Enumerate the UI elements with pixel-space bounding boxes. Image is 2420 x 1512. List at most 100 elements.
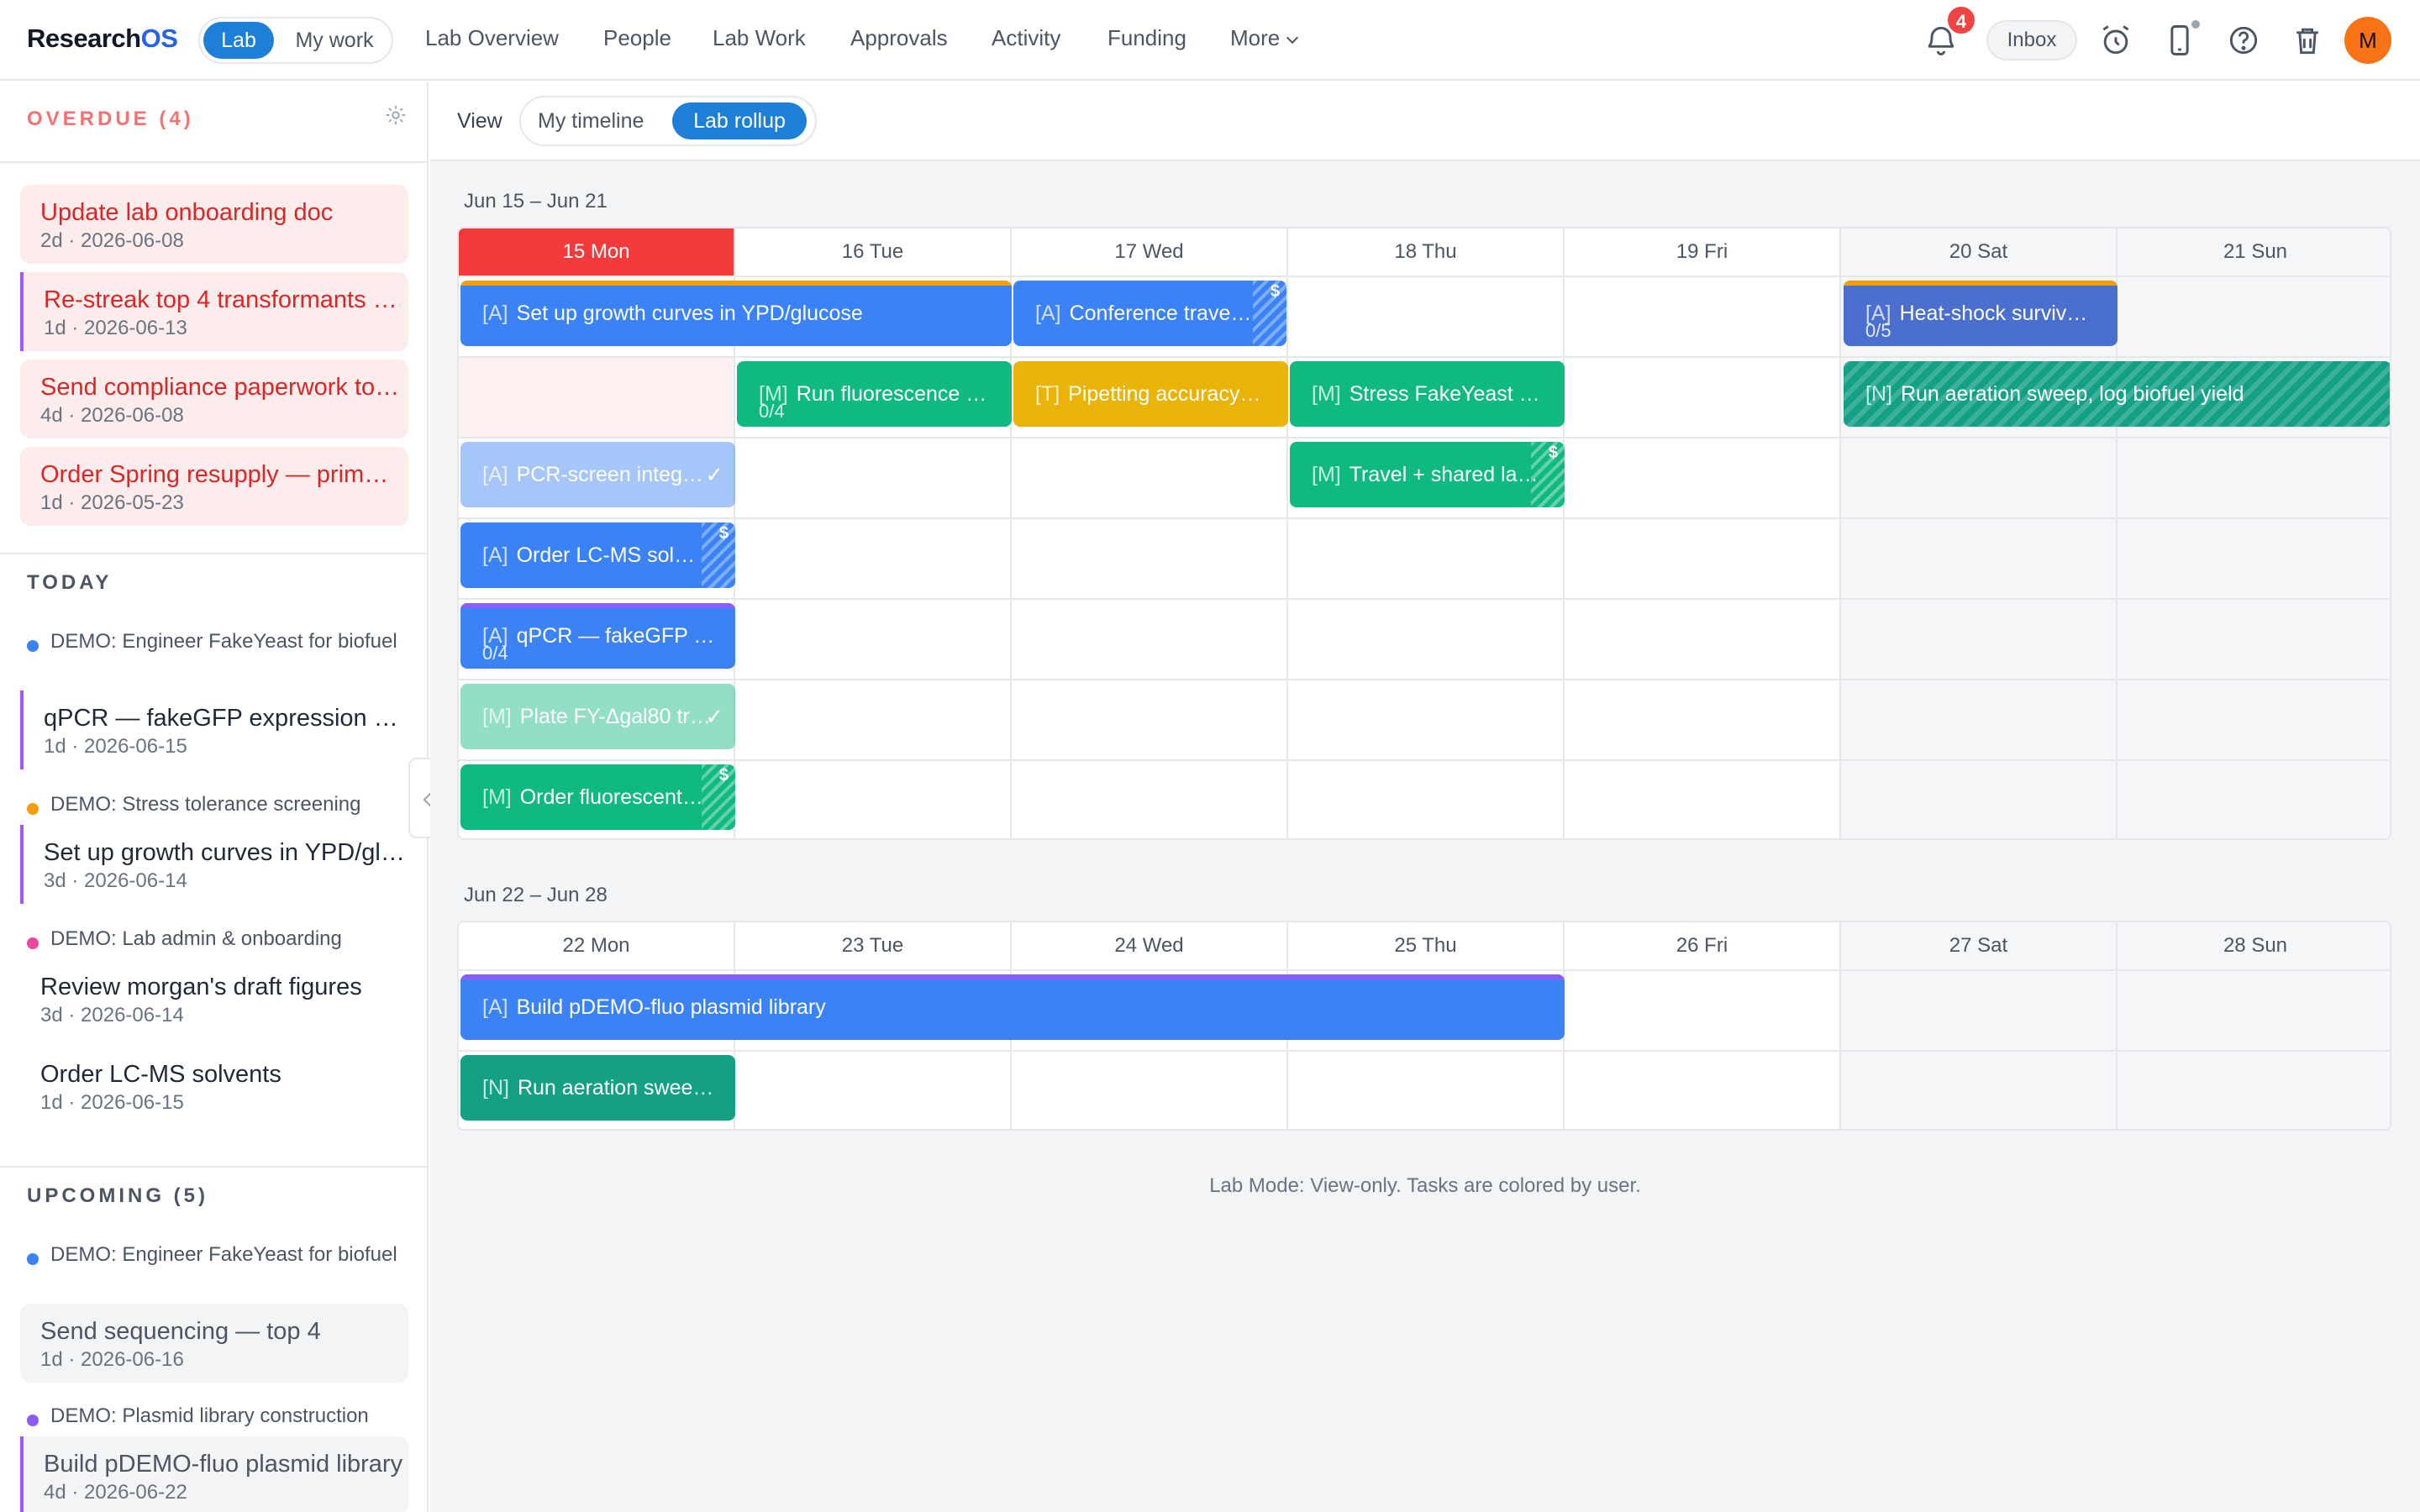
day-cell[interactable] <box>1565 969 1841 1050</box>
day-header[interactable]: 28 Sun <box>2118 922 2390 969</box>
app-logo[interactable]: ResearchOS <box>27 24 178 54</box>
day-header[interactable]: 18 Thu <box>1288 228 1565 276</box>
nav-activity[interactable]: Activity <box>992 25 1060 51</box>
day-cell[interactable] <box>1841 437 2118 517</box>
day-cell[interactable] <box>1012 437 1288 517</box>
day-cell[interactable] <box>1841 969 2118 1050</box>
nav-lab-work[interactable]: Lab Work <box>713 25 806 51</box>
day-header-today[interactable]: 15 Mon <box>459 228 735 276</box>
nav-funding[interactable]: Funding <box>1107 25 1186 51</box>
day-cell[interactable] <box>1841 679 2118 759</box>
day-header[interactable]: 24 Wed <box>1012 922 1288 969</box>
trash-icon[interactable] <box>2289 22 2326 59</box>
inbox-button[interactable]: Inbox <box>1986 20 2077 60</box>
day-cell[interactable] <box>2118 437 2390 517</box>
task-bar[interactable]: [M]Run fluorescence plate reader0/4 <box>737 361 1012 427</box>
overdue-task-card[interactable]: Re-streak top 4 transformants on selecti… <box>20 272 408 351</box>
overdue-task-card[interactable]: Order Spring resupply — primers and medi… <box>20 447 408 526</box>
overdue-task-card[interactable]: Send compliance paperwork to EHS 4d · 20… <box>20 360 408 438</box>
day-cell[interactable] <box>1012 679 1288 759</box>
today-task-card[interactable]: Set up growth curves in YPD/glucose 3d ·… <box>20 825 408 904</box>
task-bar[interactable]: [M]Order fluorescent reagents$ <box>460 764 735 830</box>
day-cell[interactable] <box>1288 679 1565 759</box>
day-cell[interactable] <box>2118 679 2390 759</box>
day-header[interactable]: 20 Sat <box>1841 228 2118 276</box>
day-cell[interactable] <box>1288 598 1565 679</box>
day-header[interactable]: 22 Mon <box>459 922 735 969</box>
day-header[interactable]: 16 Tue <box>735 228 1012 276</box>
day-cell[interactable] <box>1565 679 1841 759</box>
day-cell[interactable] <box>735 679 1012 759</box>
task-bar[interactable]: [A] Set up growth curves in YPD/glucose <box>460 281 1012 346</box>
today-task-card[interactable]: qPCR — fakeGFP expression validation 1d … <box>20 690 408 769</box>
day-cell[interactable] <box>1012 1050 1288 1129</box>
task-bar[interactable]: [A] Order LC-MS solvents $ <box>460 522 735 588</box>
day-cell[interactable] <box>2118 759 2390 838</box>
day-cell[interactable] <box>1288 759 1565 838</box>
mode-my-work-button[interactable]: My work <box>282 22 387 59</box>
day-cell[interactable] <box>1565 356 1841 437</box>
alarm-icon[interactable] <box>2097 22 2134 59</box>
nav-more[interactable]: More <box>1230 25 1299 51</box>
day-cell[interactable] <box>1565 1050 1841 1129</box>
day-cell[interactable] <box>1841 759 2118 838</box>
day-cell[interactable] <box>1565 276 1841 356</box>
my-timeline-button[interactable]: My timeline <box>538 109 644 134</box>
day-cell[interactable] <box>1565 517 1841 598</box>
task-bar[interactable]: [N]Run aeration sweep, log biofuel yield <box>460 1055 735 1121</box>
day-cell[interactable] <box>1841 1050 2118 1129</box>
task-bar[interactable]: [M]Travel + shared lab supplies$ <box>1290 442 1565 507</box>
day-cell[interactable] <box>2118 276 2390 356</box>
upcoming-task-card[interactable]: Build pDEMO-fluo plasmid library 4d · 20… <box>20 1436 408 1512</box>
day-cell[interactable] <box>735 759 1012 838</box>
task-bar[interactable]: [M]Plate FY-Δgal80 transformants✓ <box>460 684 735 749</box>
task-bar[interactable]: [A] PCR-screen integrants ✓ <box>460 442 735 507</box>
task-bar[interactable]: [A]qPCR — fakeGFP expression0/4 <box>460 603 735 669</box>
task-bar[interactable]: [A] Build pDEMO-fluo plasmid library <box>460 974 1565 1040</box>
today-task-card[interactable]: Order LC-MS solvents 1d · 2026-06-15 <box>20 1047 408 1126</box>
task-bar[interactable]: [A]Heat-shock survival assay0/5 <box>1844 281 2118 346</box>
day-cell[interactable] <box>735 437 1012 517</box>
day-cell[interactable] <box>1565 759 1841 838</box>
day-cell[interactable] <box>735 517 1012 598</box>
day-cell[interactable] <box>2118 598 2390 679</box>
day-cell[interactable] <box>2118 517 2390 598</box>
nav-people[interactable]: People <box>603 25 671 51</box>
nav-lab-overview[interactable]: Lab Overview <box>425 25 559 51</box>
day-header[interactable]: 17 Wed <box>1012 228 1288 276</box>
day-cell[interactable] <box>1841 517 2118 598</box>
task-bar[interactable]: [N]Run aeration sweep, log biofuel yield <box>1844 361 2390 427</box>
day-cell[interactable] <box>1288 517 1565 598</box>
day-header[interactable]: 19 Fri <box>1565 228 1841 276</box>
day-header[interactable]: 21 Sun <box>2118 228 2390 276</box>
day-cell[interactable] <box>1288 276 1565 356</box>
day-header[interactable]: 23 Tue <box>735 922 1012 969</box>
lab-rollup-button[interactable]: Lab rollup <box>672 102 807 139</box>
mode-lab-button[interactable]: Lab <box>203 22 274 59</box>
task-bar[interactable]: [M]Stress FakeYeast ethanol <box>1290 361 1565 427</box>
help-icon[interactable] <box>2225 22 2262 59</box>
day-cell[interactable] <box>735 598 1012 679</box>
day-cell[interactable] <box>1565 598 1841 679</box>
day-cell[interactable] <box>2118 1050 2390 1129</box>
day-cell[interactable] <box>1012 759 1288 838</box>
day-cell[interactable] <box>2118 969 2390 1050</box>
day-cell[interactable] <box>1012 517 1288 598</box>
day-cell[interactable] <box>459 356 735 437</box>
day-cell[interactable] <box>1288 1050 1565 1129</box>
day-header[interactable]: 26 Fri <box>1565 922 1841 969</box>
task-bar[interactable]: [A]Conference travel reimbursement$ <box>1013 281 1286 346</box>
upcoming-task-card[interactable]: Send sequencing — top 4 1d · 2026-06-16 <box>20 1304 408 1383</box>
day-cell[interactable] <box>1012 598 1288 679</box>
gear-icon[interactable] <box>383 102 408 128</box>
task-bar[interactable]: [T]Pipetting accuracy check <box>1013 361 1288 427</box>
today-task-card[interactable]: Review morgan's draft figures 3d · 2026-… <box>20 959 408 1038</box>
day-cell[interactable] <box>735 1050 1012 1129</box>
overdue-task-card[interactable]: Update lab onboarding doc 2d · 2026-06-0… <box>20 185 408 264</box>
day-cell[interactable] <box>1841 598 2118 679</box>
day-header[interactable]: 25 Thu <box>1288 922 1565 969</box>
nav-approvals[interactable]: Approvals <box>850 25 948 51</box>
day-cell[interactable] <box>1565 437 1841 517</box>
day-header[interactable]: 27 Sat <box>1841 922 2118 969</box>
user-avatar[interactable]: M <box>2344 17 2391 64</box>
